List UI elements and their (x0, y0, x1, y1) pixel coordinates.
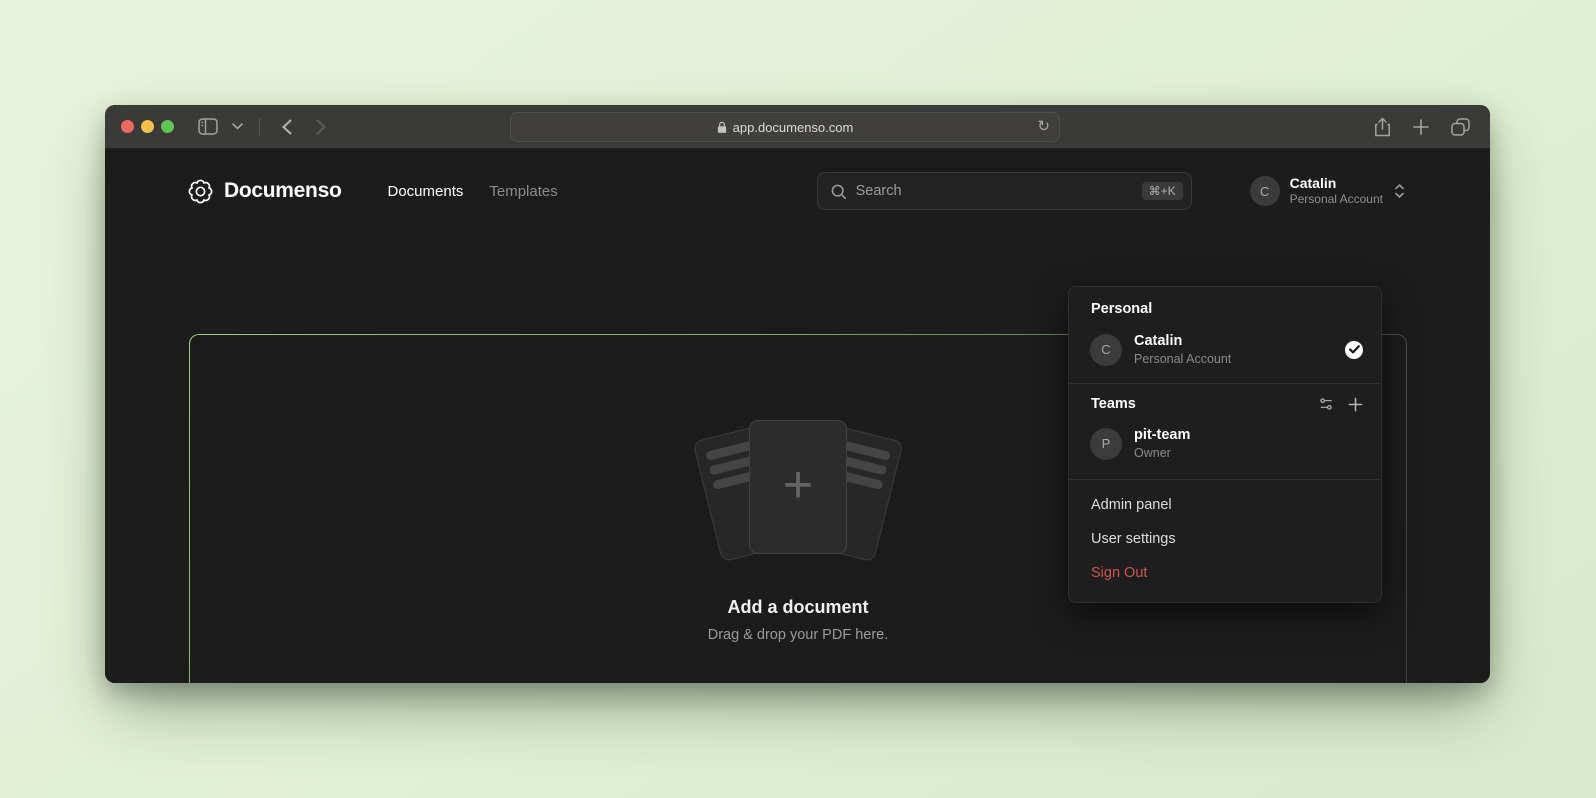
avatar: P (1090, 428, 1122, 460)
toolbar-divider (259, 118, 260, 135)
document-card-center: + (749, 420, 847, 554)
new-tab-icon[interactable] (1413, 119, 1429, 135)
team-name: pit-team (1134, 426, 1363, 445)
menu-item-user-settings[interactable]: User settings (1069, 522, 1381, 556)
dropzone-title: Add a document (727, 597, 868, 618)
window-controls (121, 120, 174, 133)
personal-section-header: Personal (1069, 301, 1381, 328)
team-item[interactable]: P pit-team Owner (1069, 422, 1381, 469)
browser-window: app.documenso.com ↻ (105, 105, 1490, 683)
app-navbar: Documenso Documents Templates ⌘+K C (187, 169, 1406, 213)
menu-item-admin-panel[interactable]: Admin panel (1069, 488, 1381, 522)
share-icon[interactable] (1374, 117, 1391, 137)
account-menu-button[interactable]: C Catalin Personal Account (1250, 175, 1406, 208)
personal-account-subtitle: Personal Account (1134, 351, 1333, 367)
selected-check-icon (1345, 341, 1363, 359)
search-shortcut-badge: ⌘+K (1142, 182, 1183, 200)
avatar: C (1250, 176, 1280, 206)
brand-name: Documenso (224, 179, 342, 203)
address-bar[interactable]: app.documenso.com ↻ (510, 112, 1060, 142)
sidebar-toggle-icon[interactable] (198, 118, 218, 135)
add-team-icon[interactable] (1348, 397, 1363, 412)
documenso-logo-icon (187, 178, 214, 205)
team-role: Owner (1134, 445, 1363, 461)
search-icon (830, 183, 847, 200)
zoom-window-button[interactable] (161, 120, 174, 133)
nav-link-templates[interactable]: Templates (489, 183, 557, 200)
menu-item-sign-out[interactable]: Sign Out (1069, 556, 1381, 590)
document-stack-illustration: + (678, 417, 918, 567)
forward-button[interactable] (316, 119, 326, 135)
plus-icon: + (783, 459, 813, 511)
personal-account-name: Catalin (1134, 332, 1333, 351)
account-type: Personal Account (1290, 192, 1383, 207)
caret-sort-icon (1393, 182, 1406, 200)
sidebar-chevron-down-icon[interactable] (232, 123, 243, 130)
manage-teams-icon[interactable] (1318, 396, 1334, 412)
account-name: Catalin (1290, 175, 1383, 193)
close-window-button[interactable] (121, 120, 134, 133)
nav-link-documents[interactable]: Documents (388, 183, 464, 200)
teams-section-header: Teams (1091, 396, 1136, 412)
lock-icon (717, 121, 727, 134)
avatar: C (1090, 334, 1122, 366)
browser-toolbar: app.documenso.com ↻ (105, 105, 1490, 149)
minimize-window-button[interactable] (141, 120, 154, 133)
search-input[interactable] (856, 183, 1142, 199)
brand[interactable]: Documenso (187, 178, 342, 205)
tab-overview-icon[interactable] (1451, 118, 1470, 136)
page-content: Documenso Documents Templates ⌘+K C (105, 169, 1490, 683)
search-box[interactable]: ⌘+K (817, 172, 1192, 210)
address-text: app.documenso.com (733, 120, 854, 135)
reload-icon[interactable]: ↻ (1037, 117, 1050, 137)
back-button[interactable] (282, 119, 292, 135)
personal-account-item[interactable]: C Catalin Personal Account (1069, 328, 1381, 375)
account-dropdown-menu: Personal C Catalin Personal Account (1068, 286, 1382, 603)
dropzone-subtitle: Drag & drop your PDF here. (708, 627, 889, 643)
